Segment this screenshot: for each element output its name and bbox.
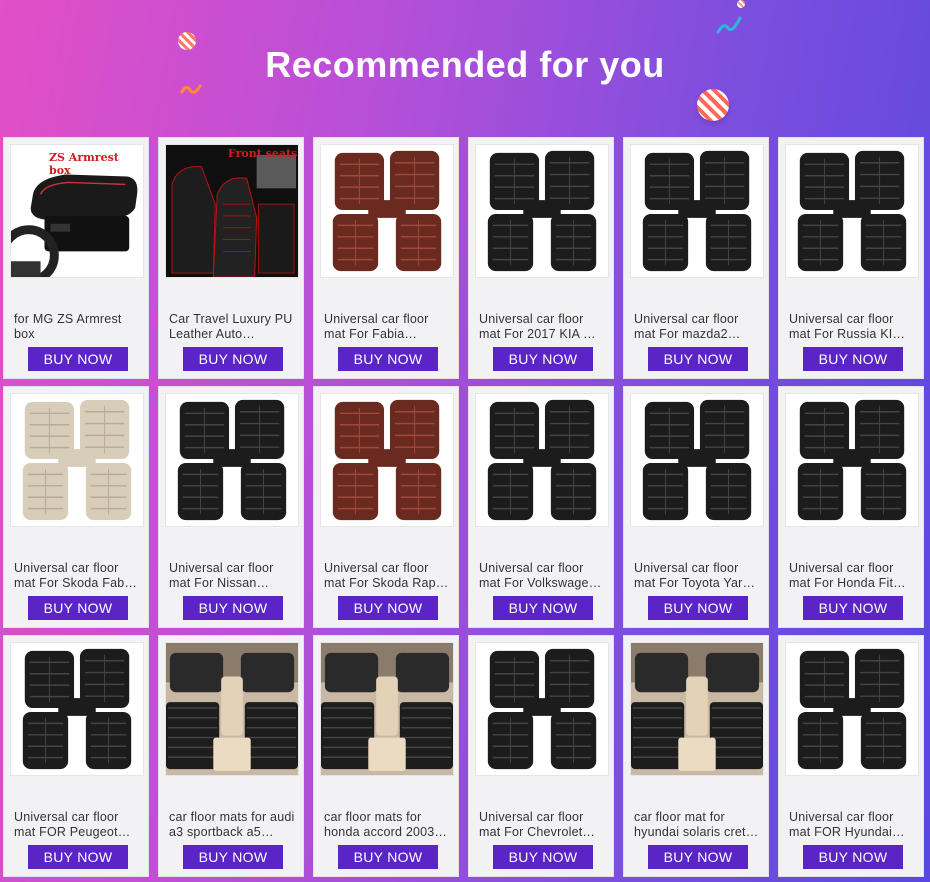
- buy-now-button[interactable]: BUY NOW: [183, 347, 283, 371]
- product-image[interactable]: [785, 393, 919, 527]
- product-image[interactable]: [165, 642, 299, 776]
- product-card[interactable]: Universal car floor mat For Toyota Yar… B…: [623, 386, 769, 628]
- product-image-caption: ZS Armrest box: [49, 151, 119, 177]
- buy-now-button[interactable]: BUY NOW: [493, 596, 593, 620]
- product-title[interactable]: Universal car floor mat For Volkswage…: [479, 561, 607, 591]
- product-title[interactable]: Universal car floor mat For Toyota Yar…: [634, 561, 762, 591]
- product-image[interactable]: [320, 642, 454, 776]
- product-title[interactable]: Universal car floor mat For 2017 KIA …: [479, 312, 607, 342]
- product-card[interactable]: Universal car floor mat For Nissan… BUY N…: [158, 386, 304, 628]
- product-title[interactable]: car floor mats for honda accord 2003…: [324, 810, 452, 840]
- product-image[interactable]: [10, 642, 144, 776]
- product-image[interactable]: [630, 144, 764, 278]
- product-card[interactable]: Universal car floor mat FOR Peugeot… BUY …: [3, 635, 149, 877]
- buy-now-button[interactable]: BUY NOW: [183, 596, 283, 620]
- buy-now-button[interactable]: BUY NOW: [803, 845, 903, 869]
- product-title[interactable]: Universal car floor mat For Russia KI…: [789, 312, 917, 342]
- product-card[interactable]: car floor mats for honda accord 2003… BUY…: [313, 635, 459, 877]
- buy-now-button[interactable]: BUY NOW: [183, 845, 283, 869]
- product-title[interactable]: Universal car floor mat FOR Peugeot…: [14, 810, 142, 840]
- product-card[interactable]: Universal car floor mat For Chevrolet… BU…: [468, 635, 614, 877]
- product-title[interactable]: Universal car floor mat FOR Hyundai…: [789, 810, 917, 840]
- product-image[interactable]: [630, 393, 764, 527]
- product-title[interactable]: Universal car floor mat For Skoda Fab…: [14, 561, 142, 591]
- buy-now-button[interactable]: BUY NOW: [28, 845, 128, 869]
- product-title[interactable]: Universal car floor mat For mazda2…: [634, 312, 762, 342]
- buy-now-button[interactable]: BUY NOW: [648, 347, 748, 371]
- product-title[interactable]: Universal car floor mat For Fabia…: [324, 312, 452, 342]
- banner-header: Recommended for you: [0, 0, 930, 138]
- product-title[interactable]: Universal car floor mat For Honda Fit…: [789, 561, 917, 591]
- product-image[interactable]: [785, 144, 919, 278]
- product-image[interactable]: [320, 393, 454, 527]
- product-card[interactable]: Universal car floor mat For Skoda Rap… BU…: [313, 386, 459, 628]
- product-image[interactable]: [475, 642, 609, 776]
- product-card[interactable]: Universal car floor mat For Skoda Fab… BU…: [3, 386, 149, 628]
- product-image[interactable]: [10, 393, 144, 527]
- product-title[interactable]: Car Travel Luxury PU Leather Auto…: [169, 312, 297, 342]
- buy-now-button[interactable]: BUY NOW: [338, 347, 438, 371]
- product-card[interactable]: car floor mat for hyundai solaris cret… B…: [623, 635, 769, 877]
- product-card[interactable]: Universal car floor mat For Fabia… BUY NO…: [313, 137, 459, 379]
- buy-now-button[interactable]: BUY NOW: [493, 347, 593, 371]
- product-card[interactable]: Universal car floor mat For 2017 KIA … BU…: [468, 137, 614, 379]
- product-image[interactable]: [320, 144, 454, 278]
- product-title[interactable]: for MG ZS Armrest box: [14, 312, 142, 342]
- candy-ball-decoration: [697, 89, 729, 121]
- squiggle-decoration: [716, 16, 742, 34]
- product-title[interactable]: Universal car floor mat For Nissan…: [169, 561, 297, 591]
- buy-now-button[interactable]: BUY NOW: [648, 845, 748, 869]
- product-image[interactable]: [475, 144, 609, 278]
- product-card[interactable]: Universal car floor mat For Russia KI… BU…: [778, 137, 924, 379]
- buy-now-button[interactable]: BUY NOW: [338, 845, 438, 869]
- buy-now-button[interactable]: BUY NOW: [28, 596, 128, 620]
- product-image[interactable]: [785, 642, 919, 776]
- product-title[interactable]: Universal car floor mat For Chevrolet…: [479, 810, 607, 840]
- product-card[interactable]: car floor mats for audi a3 sportback a5……: [158, 635, 304, 877]
- product-image[interactable]: [630, 642, 764, 776]
- buy-now-button[interactable]: BUY NOW: [493, 845, 593, 869]
- candy-dot-decoration: [737, 0, 745, 8]
- product-image[interactable]: Front seats: [165, 144, 299, 278]
- product-title[interactable]: car floor mat for hyundai solaris cret…: [634, 810, 762, 840]
- product-card[interactable]: Universal car floor mat For Honda Fit… BU…: [778, 386, 924, 628]
- buy-now-button[interactable]: BUY NOW: [28, 347, 128, 371]
- product-image[interactable]: ZS Armrest box: [10, 144, 144, 278]
- product-image[interactable]: [165, 393, 299, 527]
- product-title[interactable]: Universal car floor mat For Skoda Rap…: [324, 561, 452, 591]
- page-title: Recommended for you: [265, 44, 665, 85]
- product-card[interactable]: Universal car floor mat For mazda2… BUY N…: [623, 137, 769, 379]
- buy-now-button[interactable]: BUY NOW: [338, 596, 438, 620]
- product-card[interactable]: Universal car floor mat FOR Hyundai… BUY …: [778, 635, 924, 877]
- buy-now-button[interactable]: BUY NOW: [803, 347, 903, 371]
- product-title[interactable]: car floor mats for audi a3 sportback a5…: [169, 810, 297, 840]
- product-card[interactable]: Front seats Car Travel Luxury PU Leather …: [158, 137, 304, 379]
- product-card[interactable]: Universal car floor mat For Volkswage… BU…: [468, 386, 614, 628]
- product-image-caption: Front seats: [228, 147, 298, 160]
- buy-now-button[interactable]: BUY NOW: [803, 596, 903, 620]
- buy-now-button[interactable]: BUY NOW: [648, 596, 748, 620]
- product-image[interactable]: [475, 393, 609, 527]
- product-card[interactable]: ZS Armrest box for MG ZS Armrest box BUY N…: [3, 137, 149, 379]
